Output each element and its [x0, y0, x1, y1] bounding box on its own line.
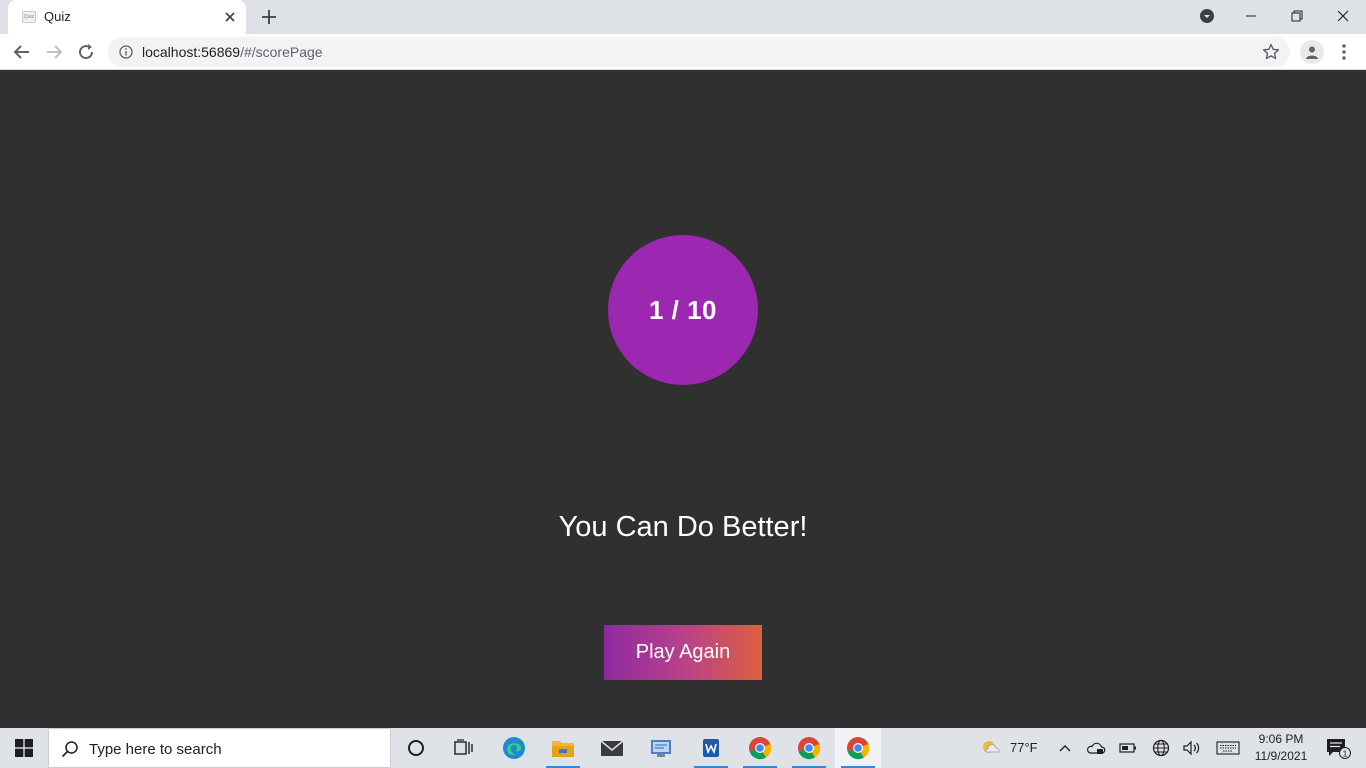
score-page: 1 / 10 You Can Do Better! Play Again [0, 71, 1366, 728]
keyboard-icon[interactable] [1213, 728, 1243, 768]
url-text: localhost:56869/#/scorePage [142, 44, 323, 60]
browser-toolbar: localhost:56869/#/scorePage [0, 34, 1366, 70]
network-globe-icon[interactable] [1149, 728, 1173, 768]
clock-date: 11/9/2021 [1254, 749, 1308, 763]
tab-search-icon[interactable] [1184, 0, 1230, 32]
weather-temperature[interactable]: 77°F [1010, 740, 1038, 755]
result-message: You Can Do Better! [558, 511, 808, 543]
site-info-icon[interactable] [119, 45, 133, 59]
chrome-icon[interactable] [737, 728, 783, 768]
close-window-icon[interactable] [1320, 0, 1366, 32]
chrome-icon[interactable] [835, 728, 881, 768]
forward-arrow-icon[interactable] [44, 42, 64, 62]
edge-browser-icon[interactable] [491, 728, 537, 768]
browser-tab-bar: Quiz Quiz [0, 0, 1366, 34]
word-app-icon[interactable] [688, 728, 734, 768]
score-circle: 1 / 10 [608, 235, 758, 385]
close-tab-icon[interactable] [222, 9, 238, 25]
task-view-icon[interactable] [441, 728, 487, 768]
bookmark-star-icon[interactable] [1262, 43, 1280, 61]
clock-time: 9:06 PM [1258, 732, 1304, 746]
tab-quiz[interactable]: Quiz Quiz [8, 0, 246, 34]
onedrive-cloud-icon[interactable] [1084, 728, 1108, 768]
search-icon [61, 740, 79, 758]
url-host: localhost:56869 [142, 44, 241, 60]
battery-icon[interactable] [1117, 728, 1139, 768]
tab-title: Quiz [44, 9, 71, 24]
back-arrow-icon[interactable] [12, 42, 32, 62]
address-bar[interactable]: localhost:56869/#/scorePage [108, 37, 1290, 67]
browser-menu-icon[interactable] [1334, 42, 1354, 62]
system-clock[interactable]: 9:06 PM 11/9/2021 [1250, 731, 1312, 765]
chrome-icon[interactable] [786, 728, 832, 768]
play-again-button[interactable]: Play Again [604, 625, 762, 680]
windows-taskbar: Type here to search 77°F 9:06 PM 11/9/20… [0, 728, 1366, 768]
windows-start-icon[interactable] [0, 728, 48, 768]
notification-center-icon[interactable]: 1 [1318, 728, 1358, 768]
restore-window-icon[interactable] [1274, 0, 1320, 32]
profile-avatar-icon[interactable] [1300, 40, 1324, 64]
minimize-window-icon[interactable] [1228, 0, 1274, 32]
weather-icon[interactable] [978, 728, 1004, 768]
volume-speaker-icon[interactable] [1180, 728, 1204, 768]
file-explorer-icon[interactable] [540, 728, 586, 768]
mail-icon[interactable] [589, 728, 635, 768]
taskbar-search-input[interactable]: Type here to search [48, 728, 391, 768]
search-placeholder: Type here to search [89, 741, 222, 758]
cortana-icon[interactable] [393, 728, 439, 768]
chevron-up-icon[interactable] [1054, 728, 1076, 768]
control-panel-icon[interactable] [638, 728, 684, 768]
url-path: /#/scorePage [240, 44, 323, 60]
notification-count: 1 [1343, 748, 1348, 758]
quiz-favicon-icon: Quiz [22, 11, 36, 23]
reload-icon[interactable] [76, 42, 96, 62]
new-tab-plus-icon[interactable] [260, 8, 278, 26]
score-value: 1 / 10 [648, 294, 718, 325]
